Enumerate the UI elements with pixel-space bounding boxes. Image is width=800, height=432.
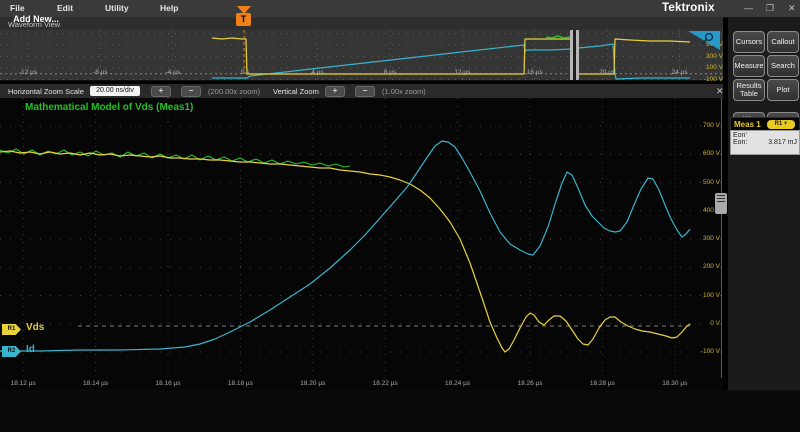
vertical-scrollbar-handle[interactable] <box>715 193 727 214</box>
overview-time-tick: 4 µs <box>304 69 332 76</box>
id-label: Id <box>26 344 35 355</box>
vds-label: Vds <box>26 322 44 333</box>
horizontal-zoom-scale-input[interactable]: 20.00 ns/div <box>90 86 140 96</box>
panel-button-callout[interactable]: Callout <box>767 31 799 53</box>
main-time-tick: 18.20 µs <box>295 380 331 387</box>
tektronix-logo: Tektronix <box>662 2 715 14</box>
overview-time-tick: 12 µs <box>448 69 476 76</box>
overview-voltage-tick: -100 V <box>697 76 723 83</box>
main-time-tick: 18.14 µs <box>78 380 114 387</box>
bottom-bar: Ref 1100 V/div3.125 GSAVds.wfmMath 2100 … <box>0 390 800 432</box>
main-voltage-tick: 100 V <box>692 292 720 299</box>
overview-voltage-tick: 100 V <box>697 64 723 71</box>
overview-time-tick: 20 µs <box>593 69 621 76</box>
panel-button-plot[interactable]: Plot <box>767 79 799 101</box>
v-zoom-factor-label: (1.00x zoom) <box>382 87 426 96</box>
main-time-tick: 18.16 µs <box>150 380 186 387</box>
waveform-view-tab-bar: Waveform View <box>0 17 723 31</box>
meas1-results-box: Eon' Eon:3.817 mJ <box>730 130 800 155</box>
main-voltage-tick: 700 V <box>692 122 720 129</box>
overview-time-tick: 16 µs <box>521 69 549 76</box>
menu-help[interactable]: Help <box>160 0 178 13</box>
meas1-name: Meas 1 <box>734 120 761 129</box>
vertical-scrollbar-track[interactable] <box>721 98 722 378</box>
overview-graticule[interactable]: -12 µs -8 µs -4 µs 0 s 4 µs 8 µs 12 µs 16 µs 20 … <box>0 30 723 81</box>
h-zoom-decrease-button[interactable]: − <box>181 86 201 97</box>
main-voltage-tick: -100 V <box>692 348 720 355</box>
panel-button-results-table[interactable]: Results Table <box>733 79 765 101</box>
add-new-header: Add New... <box>0 14 72 24</box>
main-voltage-tick: 300 V <box>692 235 720 242</box>
overview-time-tick: 24 µs <box>666 69 694 76</box>
vertical-zoom-label: Vertical Zoom <box>273 87 319 96</box>
meas-result-row2: Eon:3.817 mJ <box>731 139 799 146</box>
main-voltage-tick: 600 V <box>692 150 720 157</box>
main-voltage-tick: 500 V <box>692 179 720 186</box>
main-time-tick: 18.18 µs <box>222 380 258 387</box>
menu-edit[interactable]: Edit <box>57 0 73 13</box>
main-time-tick: 18.22 µs <box>367 380 403 387</box>
overview-time-tick: -4 µs <box>159 69 187 76</box>
main-time-tick: 18.30 µs <box>657 380 693 387</box>
meas-result-row1: Eon' <box>731 131 799 139</box>
horizontal-zoom-scale-label: Horizontal Zoom Scale <box>8 87 84 96</box>
panel-button-measure[interactable]: Measure <box>733 55 765 77</box>
overview-voltage-tick: 300 V <box>697 53 723 60</box>
main-time-tick: 18.26 µs <box>512 380 548 387</box>
oscilloscope-screen: File Edit Utility Help Tektronix — ❐ ✕ W… <box>0 0 800 432</box>
panel-button-cursors[interactable]: Cursors <box>733 31 765 53</box>
main-graticule[interactable] <box>0 98 723 378</box>
overview-time-tick: -12 µs <box>14 69 42 76</box>
main-time-tick: 18.28 µs <box>584 380 620 387</box>
meas1-source-pill[interactable]: R1 + <box>767 120 795 129</box>
trigger-flag[interactable]: T <box>236 13 251 26</box>
overview-time-tick: 0 s <box>231 69 259 76</box>
main-time-tick: 18.24 µs <box>440 380 476 387</box>
overview-time-tick: 8 µs <box>376 69 404 76</box>
menu-utility[interactable]: Utility <box>105 0 129 13</box>
close-button[interactable]: ✕ <box>788 3 796 14</box>
restore-button[interactable]: ❐ <box>766 3 774 14</box>
main-voltage-tick: 200 V <box>692 263 720 270</box>
title-bar: File Edit Utility Help Tektronix — ❐ ✕ <box>0 0 800 18</box>
zoom-window-marker[interactable] <box>570 30 579 80</box>
main-waveforms <box>0 98 723 378</box>
math-annotation: Mathematical Model of Vds (Meas1) <box>25 102 193 113</box>
v-zoom-increase-button[interactable]: + <box>325 86 345 97</box>
h-zoom-factor-label: (200.00x zoom) <box>208 87 260 96</box>
h-zoom-increase-button[interactable]: + <box>151 86 171 97</box>
v-zoom-decrease-button[interactable]: − <box>355 86 375 97</box>
zoom-scale-bar: Horizontal Zoom Scale 20.00 ns/div + − (… <box>0 84 723 99</box>
minimize-button[interactable]: — <box>744 3 753 13</box>
main-time-tick: 18.12 µs <box>5 380 41 387</box>
main-time-axis: 18.12 µs 18.14 µs 18.16 µs 18.18 µs 18.20 µs… <box>0 378 723 390</box>
main-voltage-tick: 0 V <box>692 320 720 327</box>
overview-time-tick: -8 µs <box>86 69 114 76</box>
close-zoom-icon[interactable]: ✕ <box>716 86 724 97</box>
zoom-overview-icon[interactable] <box>688 31 720 50</box>
menu-file[interactable]: File <box>10 0 25 13</box>
panel-button-search[interactable]: Search <box>767 55 799 77</box>
